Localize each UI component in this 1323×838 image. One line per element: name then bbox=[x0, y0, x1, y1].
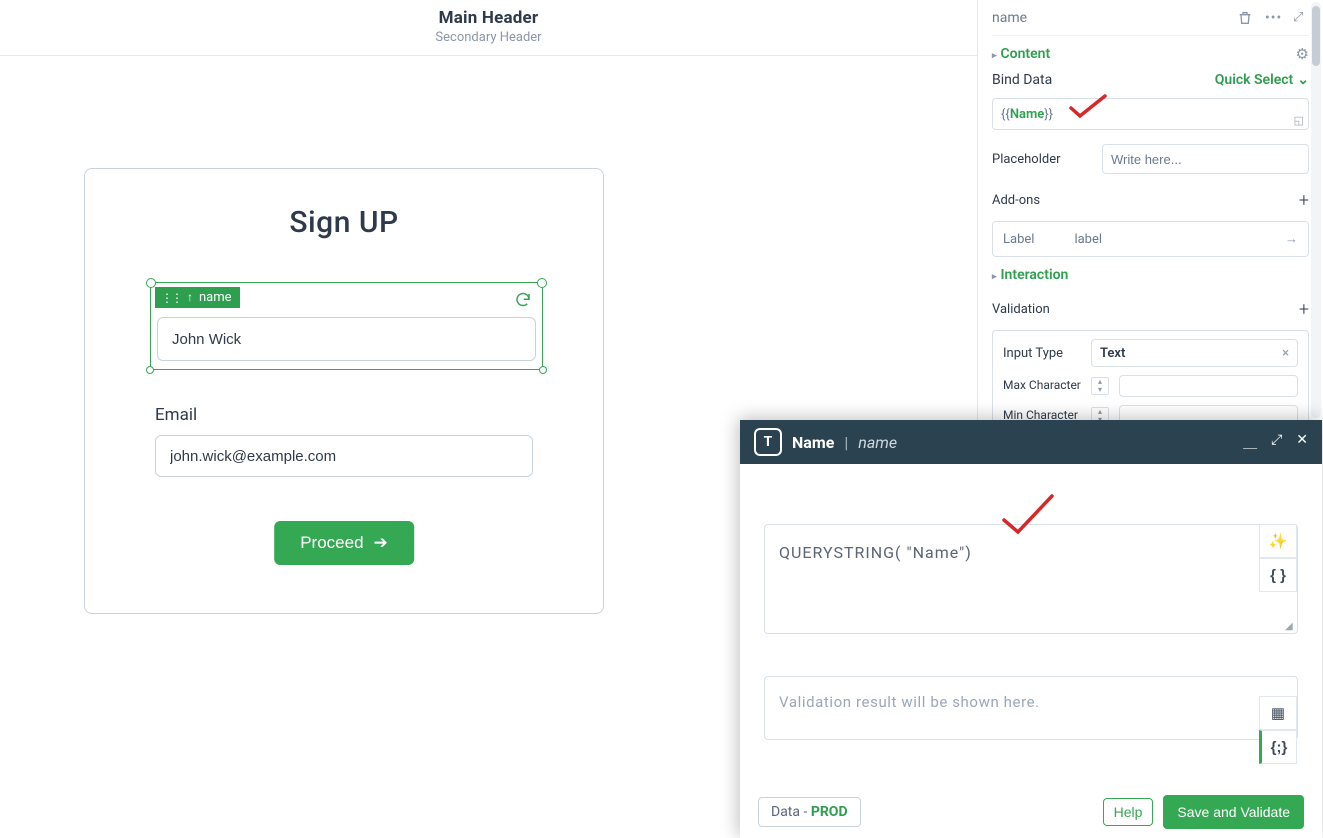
main-header-text: Main Header bbox=[0, 8, 977, 28]
text-type-icon: T bbox=[754, 428, 782, 456]
name-input[interactable] bbox=[157, 317, 536, 361]
addon-label-key: Label bbox=[1003, 232, 1034, 247]
form-title: Sign UP bbox=[85, 205, 603, 240]
max-char-spinner[interactable]: ▴▾ bbox=[1091, 377, 1109, 395]
addon-label-value: label bbox=[1034, 232, 1285, 247]
add-addon-button[interactable]: + bbox=[1299, 190, 1309, 211]
proceed-button[interactable]: Proceed ➔ bbox=[274, 521, 414, 565]
form-card: Sign UP ⋮⋮ ↑ name Email Proceed ➔ bbox=[84, 168, 604, 614]
refresh-icon[interactable] bbox=[514, 291, 532, 309]
formula-editor-panel: T Name | name ＿ ⤢ ✕ QUERYSTRING( "Name")… bbox=[740, 420, 1322, 838]
formula-title-name: Name bbox=[792, 433, 834, 452]
add-validation-button[interactable]: + bbox=[1299, 299, 1309, 320]
close-icon[interactable]: ✕ bbox=[1296, 432, 1308, 452]
formula-code-input[interactable]: QUERYSTRING( "Name") ◢ bbox=[764, 524, 1298, 634]
selected-control-name[interactable]: ⋮⋮ ↑ name bbox=[150, 282, 543, 370]
input-type-select[interactable]: Text × bbox=[1091, 339, 1298, 367]
selection-tag-label: name bbox=[199, 290, 232, 305]
gear-icon[interactable]: ⚙ bbox=[1296, 45, 1309, 63]
max-character-label: Max Character bbox=[1003, 379, 1081, 392]
expand-corner-icon[interactable]: ◱ bbox=[1294, 114, 1304, 127]
page-header: Main Header Secondary Header bbox=[0, 0, 977, 56]
input-type-label: Input Type bbox=[1003, 346, 1081, 361]
table-view-button[interactable]: ▦ bbox=[1259, 696, 1297, 730]
maximize-icon[interactable]: ⤢ bbox=[1271, 432, 1282, 452]
drag-handle-icon[interactable]: ⋮⋮ bbox=[161, 291, 181, 305]
validation-result-box: Validation result will be shown here. bbox=[764, 676, 1298, 740]
braces-tool-button[interactable]: { } bbox=[1259, 558, 1297, 592]
component-name-text: name bbox=[992, 10, 1027, 26]
data-env-badge[interactable]: Data - PROD bbox=[758, 797, 861, 827]
help-button[interactable]: Help bbox=[1103, 798, 1154, 826]
proceed-label: Proceed bbox=[300, 533, 363, 553]
quick-select-button[interactable]: Quick Select ⌄ bbox=[1215, 72, 1309, 88]
selection-tag[interactable]: ⋮⋮ ↑ name bbox=[155, 287, 240, 308]
placeholder-input[interactable] bbox=[1102, 144, 1309, 174]
resize-handle-icon[interactable]: ◢ bbox=[1285, 621, 1295, 631]
bind-data-label: Bind Data bbox=[992, 72, 1052, 88]
placeholder-label: Placeholder bbox=[992, 152, 1092, 167]
email-label: Email bbox=[155, 405, 533, 425]
json-view-button[interactable]: {;} bbox=[1259, 730, 1297, 764]
email-input[interactable] bbox=[155, 435, 533, 477]
max-char-input[interactable] bbox=[1119, 375, 1298, 397]
section-content-title[interactable]: ▸Content bbox=[992, 36, 1050, 64]
expand-icon[interactable]: ⤢ bbox=[1293, 10, 1309, 26]
save-validate-button[interactable]: Save and Validate bbox=[1163, 795, 1304, 829]
arrow-up-icon[interactable]: ↑ bbox=[187, 290, 193, 304]
formula-title-sub: name bbox=[858, 433, 897, 452]
minimize-icon[interactable]: ＿ bbox=[1243, 432, 1257, 452]
formula-titlebar[interactable]: T Name | name ＿ ⤢ ✕ bbox=[740, 420, 1322, 464]
clear-icon[interactable]: × bbox=[1282, 346, 1289, 361]
email-field-block: Email bbox=[155, 405, 533, 477]
more-icon[interactable]: ••• bbox=[1265, 10, 1281, 26]
delete-icon[interactable] bbox=[1237, 10, 1253, 26]
chevron-down-icon: ⌄ bbox=[1297, 72, 1309, 88]
section-interaction-title[interactable]: ▸Interaction bbox=[992, 257, 1309, 285]
addon-label-row[interactable]: Label label → bbox=[992, 221, 1309, 257]
bind-expression-input[interactable]: {{Name}} ◱ bbox=[992, 98, 1309, 130]
arrow-right-icon: ➔ bbox=[374, 533, 388, 553]
secondary-header-text: Secondary Header bbox=[0, 30, 977, 45]
addons-label: Add-ons bbox=[992, 193, 1040, 208]
magic-tool-button[interactable]: ✨ bbox=[1259, 524, 1297, 558]
validation-label: Validation bbox=[992, 302, 1050, 317]
arrow-right-icon: → bbox=[1285, 231, 1298, 247]
